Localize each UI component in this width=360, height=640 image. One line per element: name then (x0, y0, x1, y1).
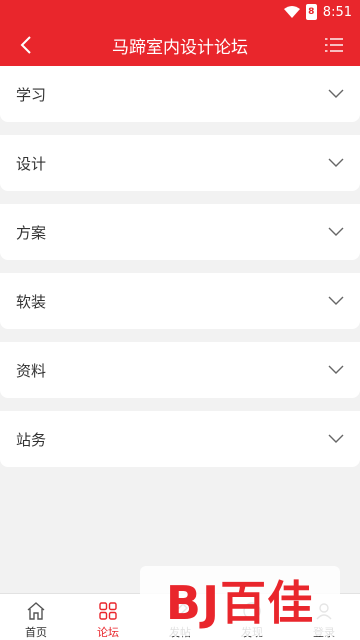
watermark-text: BJ百佳 (165, 576, 315, 630)
tab-label: 首页 (25, 626, 47, 639)
chevron-down-icon (328, 434, 344, 443)
category-label: 软装 (16, 292, 47, 311)
category-label: 设计 (16, 154, 47, 173)
battery-level: 8 (308, 7, 315, 17)
category-row[interactable]: 站务 (0, 411, 360, 467)
category-row[interactable]: 设计 (0, 135, 360, 191)
tab-label: 论坛 (97, 626, 119, 639)
category-label: 资料 (16, 361, 47, 380)
list-menu-icon (325, 38, 343, 52)
grid-icon (99, 601, 117, 620)
chevron-down-icon (328, 365, 344, 374)
wifi-icon (283, 6, 300, 18)
status-bar: 8 8:51 (0, 0, 360, 24)
category-row[interactable]: 软装 (0, 273, 360, 329)
chevron-down-icon (328, 227, 344, 236)
watermark-logo: BJ百佳 (140, 560, 340, 640)
app-bar: 马蹄室内设计论坛 (0, 24, 360, 66)
screen: 8 8:51 马蹄室内设计论坛 学习 设计 方案 软装 资料 站务 首页 论坛 … (0, 0, 360, 640)
category-row[interactable]: 学习 (0, 66, 360, 122)
tab-forum[interactable]: 论坛 (72, 594, 144, 640)
battery-icon: 8 (305, 4, 317, 20)
category-row[interactable]: 资料 (0, 342, 360, 398)
forum-category-list: 学习 设计 方案 软装 资料 站务 (0, 66, 360, 480)
back-button[interactable] (10, 29, 42, 61)
page-title: 马蹄室内设计论坛 (112, 37, 248, 58)
menu-button[interactable] (318, 29, 350, 61)
category-row[interactable]: 方案 (0, 204, 360, 260)
home-icon (27, 601, 45, 620)
chevron-down-icon (328, 158, 344, 167)
tab-home[interactable]: 首页 (0, 594, 72, 640)
category-label: 站务 (16, 430, 47, 449)
status-time: 8:51 (322, 4, 352, 20)
category-label: 方案 (16, 223, 47, 242)
chevron-down-icon (328, 296, 344, 305)
chevron-down-icon (328, 89, 344, 98)
chevron-left-icon (20, 36, 31, 54)
category-label: 学习 (16, 85, 47, 104)
